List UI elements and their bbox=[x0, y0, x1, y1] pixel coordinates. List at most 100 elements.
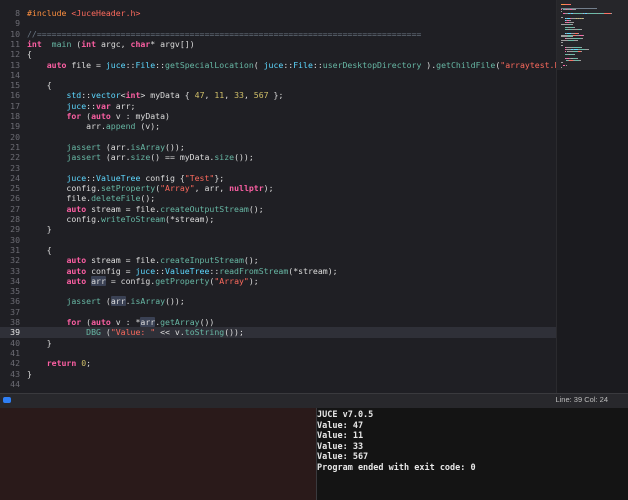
code-token: :: bbox=[283, 59, 294, 70]
code-token: 47 bbox=[194, 90, 205, 101]
line-number: 35 bbox=[10, 286, 20, 297]
code-token: auto bbox=[66, 255, 87, 266]
code-token: char bbox=[130, 38, 151, 49]
code-token: arr bbox=[140, 317, 156, 327]
code-token: juce bbox=[135, 265, 156, 276]
code-token: (arr. bbox=[100, 141, 131, 152]
code-line[interactable]: 17 juce::var arr; bbox=[0, 101, 556, 111]
code-line[interactable]: 12 { bbox=[0, 49, 556, 59]
code-line[interactable]: 21 jassert (arr.isArray()); bbox=[0, 142, 556, 152]
code-text: juce::var arr; bbox=[27, 101, 135, 111]
code-line[interactable]: 10 //====================================… bbox=[0, 29, 556, 39]
line-number: 32 bbox=[10, 255, 20, 266]
code-token: "Array" bbox=[160, 183, 195, 194]
code-line[interactable]: 37 bbox=[0, 307, 556, 317]
variables-view[interactable] bbox=[0, 408, 316, 500]
code-token: ()); bbox=[234, 152, 254, 163]
line-number: 36 bbox=[10, 296, 20, 307]
line-number: 37 bbox=[10, 306, 20, 317]
code-line[interactable]: 15 { bbox=[0, 80, 556, 90]
console-output[interactable]: JUCE v7.0.5 Value: 47 Value: 11 Value: 33 Va… bbox=[316, 408, 628, 500]
line-number: 9 bbox=[15, 18, 20, 29]
code-line[interactable]: 13 auto file = juce::File::getSpecialLoc… bbox=[0, 60, 556, 70]
code-token: } bbox=[27, 337, 52, 348]
code-line[interactable]: 39 DBG ("Value: " << v.toString()); bbox=[0, 327, 556, 338]
code-token: return bbox=[46, 358, 77, 369]
code-token: getArray bbox=[160, 317, 200, 327]
code-line[interactable]: 30 bbox=[0, 235, 556, 245]
code-line[interactable]: 20 bbox=[0, 132, 556, 142]
minimap-viewport[interactable] bbox=[557, 0, 628, 70]
code-line[interactable]: 38 for (auto v : *arr.getArray()) bbox=[0, 317, 556, 327]
code-text: for (auto v : myData) bbox=[27, 111, 170, 121]
code-line[interactable]: 40 } bbox=[0, 338, 556, 348]
code-token: main bbox=[51, 38, 72, 49]
console-line: Value: 567 bbox=[317, 452, 369, 462]
code-token: "Value: " bbox=[110, 327, 156, 338]
code-text: auto file = juce::File::getSpecialLocati… bbox=[27, 60, 556, 70]
line-number: 41 bbox=[10, 347, 20, 358]
code-line[interactable]: 14 bbox=[0, 70, 556, 80]
code-line[interactable]: 8 #include <JuceHeader.h> bbox=[0, 8, 556, 18]
code-line[interactable]: 22 jassert (arr.size() == myData.size())… bbox=[0, 152, 556, 162]
code-token: isArray bbox=[130, 141, 166, 152]
code-text: auto arr = config.getProperty("Array"); bbox=[27, 275, 259, 286]
code-token: :: bbox=[81, 90, 92, 101]
code-line[interactable]: 11 int main (int argc, char* argv[]) bbox=[0, 39, 556, 49]
code-token: = config. bbox=[105, 275, 156, 286]
code-line[interactable]: 27 auto stream = file.createOutputStream… bbox=[0, 204, 556, 214]
code-line[interactable]: 25 config.setProperty("Array", arr, null… bbox=[0, 183, 556, 193]
code-line[interactable]: 31 { bbox=[0, 245, 556, 255]
code-token: config = bbox=[86, 265, 136, 276]
code-line[interactable]: 16 std::vector<int> myData { 47, 11, 33,… bbox=[0, 90, 556, 100]
code-token: :: bbox=[125, 59, 136, 70]
code-line[interactable]: 18 for (auto v : myData) bbox=[0, 111, 556, 121]
line-number: 14 bbox=[10, 69, 20, 80]
code-line[interactable]: 26 file.deleteFile(); bbox=[0, 193, 556, 203]
line-number: 33 bbox=[10, 265, 20, 276]
code-token: config. bbox=[27, 214, 101, 224]
code-line[interactable]: 32 auto stream = file.createInputStream(… bbox=[0, 255, 556, 265]
code-line[interactable]: 23 bbox=[0, 163, 556, 173]
code-line[interactable]: 29 } bbox=[0, 224, 556, 234]
code-line[interactable]: 44 bbox=[0, 379, 556, 389]
code-token: { bbox=[27, 49, 32, 60]
code-line[interactable]: 41 bbox=[0, 348, 556, 358]
debug-bar: Line: 39 Col: 24 bbox=[0, 393, 628, 409]
code-token: } bbox=[27, 368, 32, 379]
line-number: 27 bbox=[10, 203, 20, 214]
code-text: } bbox=[27, 224, 52, 234]
code-line[interactable]: 42 return 0; bbox=[0, 358, 556, 368]
code-token: ( bbox=[81, 111, 92, 121]
code-line[interactable]: 19 arr.append (v); bbox=[0, 121, 556, 131]
code-editor[interactable]: 8 #include <JuceHeader.h> 9 10 //===========… bbox=[0, 0, 556, 393]
code-token: ()); bbox=[165, 296, 185, 307]
code-line[interactable]: 24 juce::ValueTree config {"Test"}; bbox=[0, 173, 556, 183]
code-token: vector bbox=[91, 90, 121, 101]
minimap[interactable] bbox=[556, 0, 628, 393]
code-line[interactable]: 34 auto arr = config.getProperty("Array"… bbox=[0, 275, 556, 286]
code-line[interactable]: 35 bbox=[0, 286, 556, 296]
line-number: 42 bbox=[10, 358, 20, 369]
hide-debug-area-icon[interactable] bbox=[3, 397, 11, 403]
code-line[interactable]: 9 bbox=[0, 18, 556, 28]
code-token: for bbox=[66, 111, 82, 121]
code-line[interactable]: 33 auto config = juce::ValueTree::readFr… bbox=[0, 266, 556, 276]
code-line[interactable]: 36 jassert (arr.isArray()); bbox=[0, 296, 556, 307]
code-token: :: bbox=[312, 59, 323, 70]
code-line[interactable]: 43} bbox=[0, 369, 556, 379]
code-token: (arr. bbox=[100, 152, 131, 163]
code-token: << v. bbox=[155, 327, 185, 338]
line-number: 25 bbox=[10, 183, 20, 194]
code-line[interactable]: 28 config.writeToStream(*stream); bbox=[0, 214, 556, 224]
code-token: v : myData) bbox=[110, 111, 170, 121]
line-number: 30 bbox=[10, 234, 20, 245]
